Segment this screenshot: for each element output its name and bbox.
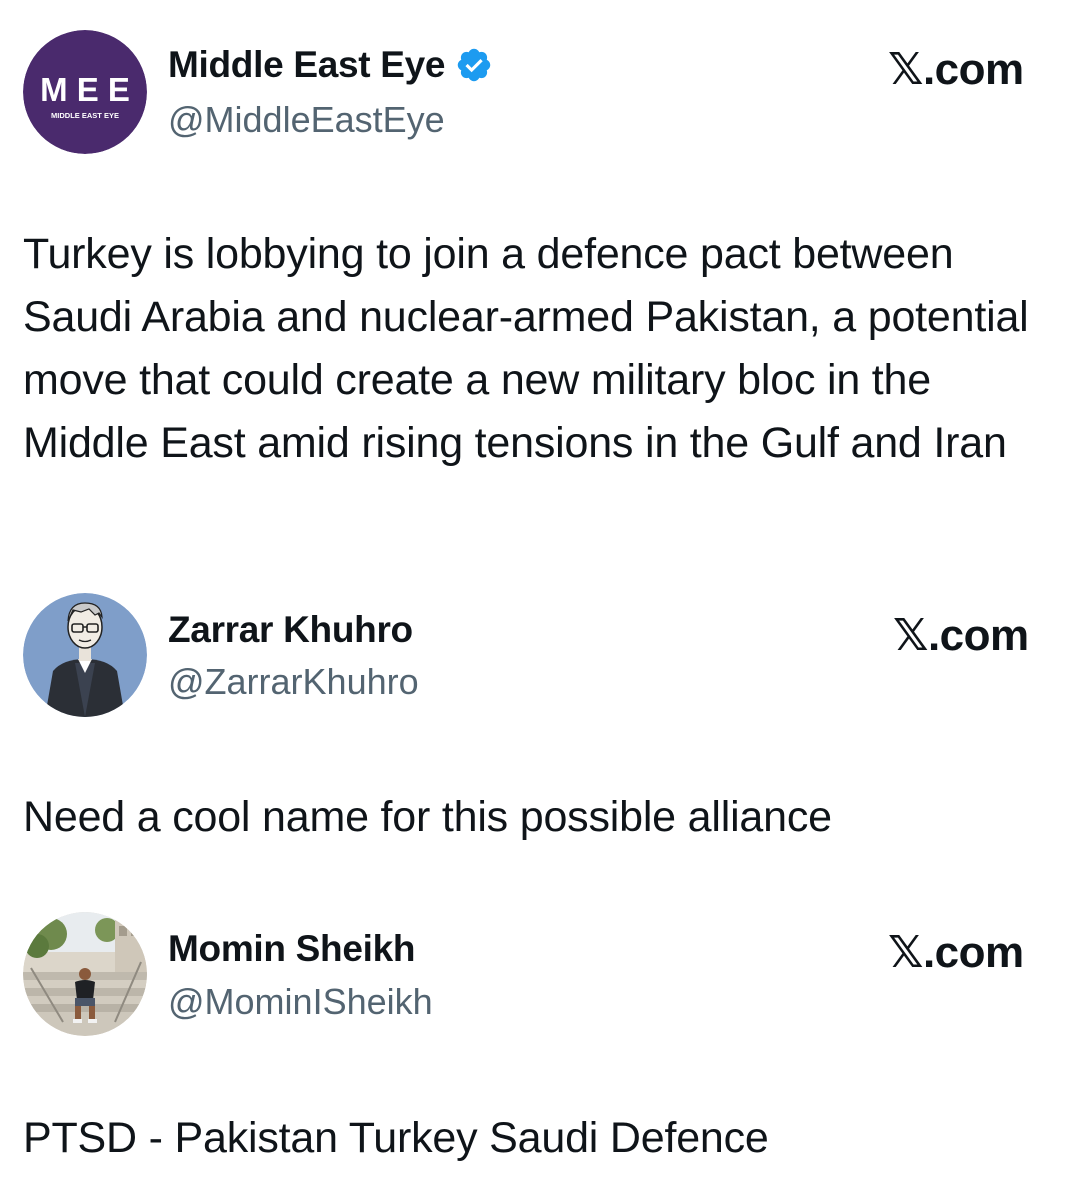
post-momin-sheikh: Momin Sheikh @MominISheikh 𝕏.com PTSD - … xyxy=(0,0,1085,1200)
avatar[interactable] xyxy=(23,912,147,1036)
name-row: Momin Sheikh xyxy=(168,928,416,970)
photo-person-on-steps-icon xyxy=(23,912,147,1036)
source-x-com[interactable]: 𝕏.com xyxy=(888,927,1024,978)
display-name[interactable]: Momin Sheikh xyxy=(168,928,416,970)
post-text: PTSD - Pakistan Turkey Saudi Defence xyxy=(23,1114,769,1162)
handle[interactable]: @MominISheikh xyxy=(168,981,433,1023)
